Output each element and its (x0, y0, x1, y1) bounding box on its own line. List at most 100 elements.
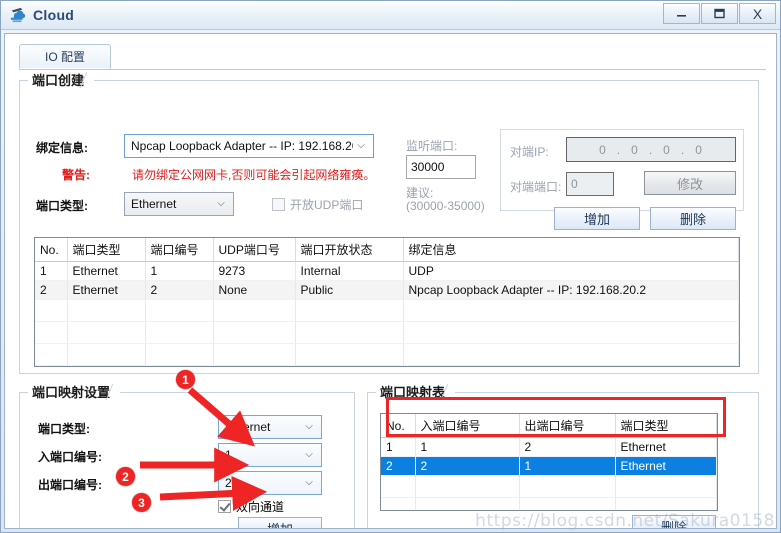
mapping-table-grid: No. 入端口编号 出端口编号 端口类型 1 1 2 Ethernet 2 2 1 Ethernet (381, 414, 717, 510)
bidirectional-checkbox[interactable]: 双向通道 (218, 498, 284, 515)
peer-ip-octet-3: 0 (663, 142, 671, 157)
ip-dot: . (680, 142, 686, 157)
listen-port-value: 30000 (411, 160, 445, 174)
table-cell: UDP (403, 261, 739, 281)
table-cell (67, 321, 146, 344)
column-header[interactable]: 端口类型 (67, 238, 146, 262)
window-title: Cloud (33, 7, 75, 23)
in-port-value: 1 (225, 448, 232, 462)
map-port-type-value: Ethernet (225, 420, 271, 434)
client-area: IO 配置 端口创建 绑定信息: Npcap Loopback Adapter … (4, 33, 777, 529)
column-header[interactable]: 绑定信息 (403, 238, 739, 262)
table-cell: 2 (415, 456, 520, 476)
table-cell (35, 343, 68, 366)
table-row[interactable]: 1 1 2 Ethernet (381, 437, 717, 457)
table-cell: 9273 (213, 261, 296, 281)
tab-io-config[interactable]: IO 配置 (19, 44, 111, 69)
mapping-settings-title: 端口映射设置 (28, 382, 121, 401)
column-header[interactable]: No. (35, 238, 68, 262)
open-udp-port-label: 开放UDP端口 (290, 198, 364, 212)
peer-ip-octet-2: 0 (631, 142, 639, 157)
annotation-badge-3: 3 (132, 493, 151, 512)
column-header[interactable]: 端口类型 (615, 414, 717, 438)
table-row-empty[interactable] (381, 475, 717, 498)
table-cell (415, 475, 520, 498)
delete-port-button[interactable]: 删除 (650, 207, 736, 230)
table-cell (381, 475, 416, 498)
out-port-combo[interactable]: 2 ⌵ (218, 471, 322, 495)
table-cell (213, 299, 296, 322)
table-cell (403, 321, 739, 344)
table-cell: Ethernet (67, 261, 146, 281)
add-port-button[interactable]: 增加 (554, 207, 640, 230)
cloud-icon (9, 7, 27, 23)
table-cell (145, 299, 214, 322)
table-cell: Ethernet (67, 280, 146, 300)
port-type-combo[interactable]: Ethernet ⌵ (124, 192, 234, 216)
map-port-type-combo[interactable]: Ethernet ⌵ (218, 415, 322, 439)
minimize-button[interactable] (663, 3, 700, 24)
table-cell: 2 (381, 456, 416, 476)
table-cell (35, 321, 68, 344)
mapping-table[interactable]: No. 入端口编号 出端口编号 端口类型 1 1 2 Ethernet 2 2 1 Ethernet (380, 413, 718, 511)
table-cell (615, 497, 717, 510)
table-row-empty[interactable] (35, 321, 739, 344)
table-cell (295, 343, 404, 366)
port-type-label: 端口类型: (36, 199, 88, 213)
title-bar: Cloud X (1, 1, 780, 30)
table-cell: Npcap Loopback Adapter -- IP: 192.168.20… (403, 280, 739, 300)
in-port-combo[interactable]: 1 ⌵ (218, 443, 322, 467)
column-header[interactable]: UDP端口号 (213, 238, 296, 262)
column-header[interactable]: 端口开放状态 (295, 238, 404, 262)
table-row-empty[interactable] (35, 299, 739, 322)
table-cell (213, 365, 296, 366)
table-body: 1 1 2 Ethernet 2 2 1 Ethernet (381, 437, 717, 510)
binding-info-combo[interactable]: Npcap Loopback Adapter -- IP: 192.168.20… (124, 134, 374, 158)
table-cell (403, 299, 739, 322)
table-cell: Ethernet (615, 437, 717, 457)
open-udp-port-checkbox[interactable]: 开放UDP端口 (272, 196, 363, 213)
close-button[interactable]: X (739, 3, 776, 24)
port-table[interactable]: No. 端口类型 端口编号 UDP端口号 端口开放状态 绑定信息 1 Ethernet 1 92… (34, 237, 740, 367)
table-row[interactable]: 2 Ethernet 2 None Public Npcap Loopback Adapt… (35, 280, 739, 300)
table-cell: 1 (145, 261, 214, 281)
peer-port-input[interactable]: 0 (566, 172, 614, 196)
peer-port-label: 对端端口: (510, 180, 562, 194)
column-header[interactable]: 出端口编号 (519, 414, 616, 438)
checkbox-box (272, 198, 285, 211)
peer-ip-label: 对端IP: (510, 145, 549, 159)
column-header[interactable]: 端口编号 (145, 238, 214, 262)
column-header[interactable]: No. (381, 414, 416, 438)
table-cell (415, 497, 520, 510)
cloud-window: Cloud X IO 配置 端口创建 绑定信息: Npcap Loopback … (0, 0, 781, 533)
map-add-button[interactable]: 增加 (238, 517, 322, 528)
table-cell (381, 497, 416, 510)
ip-dot: . (616, 142, 622, 157)
table-cell: 2 (519, 437, 616, 457)
table-cell (295, 299, 404, 322)
table-row-empty[interactable] (381, 497, 717, 510)
listen-port-input[interactable]: 30000 (406, 155, 476, 179)
table-cell (403, 343, 739, 366)
chevron-down-icon: ⌵ (357, 140, 365, 151)
table-cell: Internal (295, 261, 404, 281)
peer-ip-input[interactable]: 0 . 0 . 0 . 0 (566, 137, 736, 162)
table-cell (615, 475, 717, 498)
window-controls: X (663, 3, 776, 24)
map-port-type-label: 端口类型: (38, 422, 90, 436)
table-row[interactable]: 1 Ethernet 1 9273 Internal UDP (35, 261, 739, 281)
modify-button[interactable]: 修改 (644, 171, 736, 195)
tab-strip: IO 配置 (19, 44, 766, 70)
peer-port-value: 0 (571, 177, 578, 191)
table-cell: 1 (519, 456, 616, 476)
table-cell: 1 (381, 437, 416, 457)
table-cell (145, 365, 214, 366)
table-row[interactable]: 2 2 1 Ethernet (381, 456, 717, 476)
table-row-empty[interactable] (35, 365, 739, 366)
chevron-down-icon: ⌵ (305, 449, 313, 460)
column-header[interactable]: 入端口编号 (415, 414, 520, 438)
maximize-button[interactable] (701, 3, 738, 24)
table-row-empty[interactable] (35, 343, 739, 366)
peer-ip-octet-1: 0 (599, 142, 607, 157)
listen-port-label: 监听端口: (406, 139, 458, 153)
